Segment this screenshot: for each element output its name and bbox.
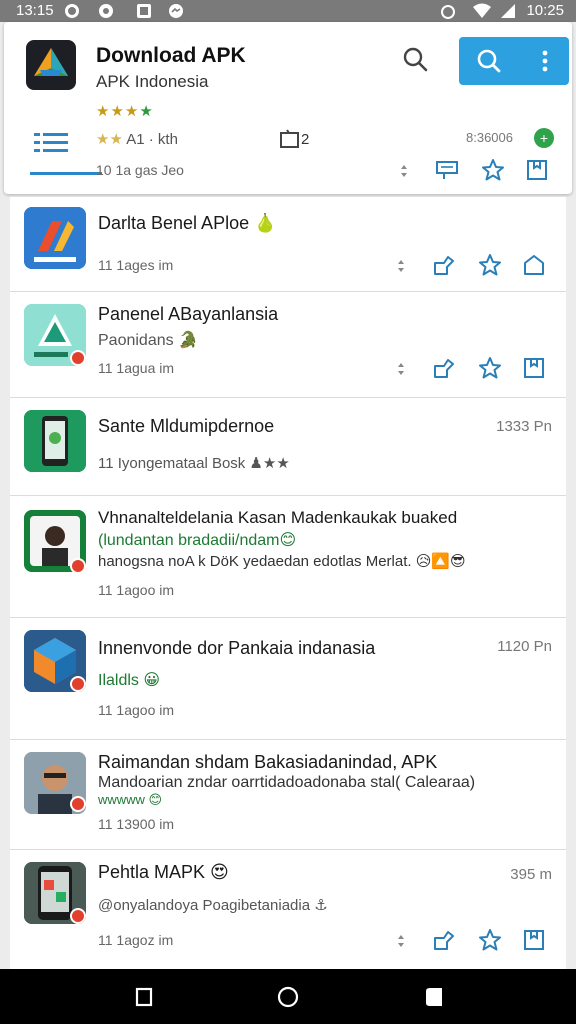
drag-handle-icon[interactable] bbox=[396, 361, 406, 377]
settings-circle-icon bbox=[99, 4, 113, 18]
app-name: Raimandan shdam Bakasiadanindad, APK bbox=[98, 752, 438, 772]
recents-button[interactable] bbox=[130, 983, 158, 1011]
plus-badge-button[interactable]: + bbox=[534, 128, 554, 148]
drag-handle-icon[interactable] bbox=[396, 258, 406, 274]
bookmark-icon[interactable] bbox=[522, 928, 546, 952]
app-subtitle: 11 Iyongemataal Bosk ♟★★ bbox=[98, 455, 290, 472]
more-menu-button[interactable] bbox=[533, 45, 557, 77]
messenger-icon bbox=[169, 4, 183, 18]
app-name: Sante Mldumipdernoe bbox=[98, 416, 275, 436]
box-count-value: 2 bbox=[301, 131, 310, 148]
share-icon[interactable] bbox=[432, 356, 456, 380]
list-item[interactable]: Darlta Benel APloe 🍐 11 1ages im bbox=[10, 197, 566, 291]
share-icon[interactable] bbox=[432, 253, 456, 277]
header-action-bar bbox=[459, 37, 569, 85]
app-time: 395 m bbox=[510, 866, 552, 883]
home-button[interactable] bbox=[274, 983, 302, 1011]
search-button[interactable] bbox=[469, 45, 509, 77]
app-title: Download APK bbox=[96, 44, 246, 67]
list-item[interactable]: Sante Mldumipdernoe 1333 Pn 11 Iyongemat… bbox=[10, 397, 566, 495]
app-thumbnail-icon bbox=[24, 207, 86, 269]
back-button[interactable] bbox=[420, 983, 448, 1011]
status-badge bbox=[70, 908, 86, 924]
header-row-actions bbox=[399, 158, 559, 184]
search-icon[interactable] bbox=[400, 44, 430, 74]
app-subtitle: Paonidans 🐊 bbox=[98, 332, 198, 349]
item-actions bbox=[396, 253, 556, 279]
app-meta: 11 1ages im bbox=[98, 257, 174, 273]
rating-small-text: A1 · kth bbox=[126, 131, 178, 148]
status-badge bbox=[70, 350, 86, 366]
list-item[interactable]: Vhnanalteldelania Kasan Madenkaukak buak… bbox=[10, 495, 566, 617]
status-time-left: 13:15 bbox=[16, 2, 54, 19]
rating-summary: ★★ A1 · kth bbox=[96, 130, 178, 148]
star-icon[interactable] bbox=[478, 928, 502, 952]
app-logo-icon bbox=[26, 40, 76, 90]
app-meta: 11 1agua im bbox=[98, 360, 175, 376]
list-item[interactable]: Raimandan shdam Bakasiadanindad, APK Man… bbox=[10, 739, 566, 849]
drag-handle-icon[interactable] bbox=[396, 933, 406, 949]
status-bar: 13:15 10:25 bbox=[0, 0, 576, 22]
comment-icon[interactable] bbox=[435, 158, 459, 182]
star-icon[interactable] bbox=[481, 158, 505, 182]
app-subtitle: APK Indonesia bbox=[96, 72, 209, 91]
list-item[interactable]: Pehtla MAPK 😍 395 m @onyalandoya Poagibe… bbox=[10, 849, 566, 969]
count-box[interactable]: 2 bbox=[279, 128, 319, 152]
list-item[interactable]: Panenel ABayanlansia Paonidans 🐊 11 1agu… bbox=[10, 291, 566, 397]
signal-icon bbox=[501, 4, 515, 18]
stars-gold: ★★★ bbox=[96, 103, 140, 120]
system-nav-bar bbox=[0, 969, 576, 1024]
list-tab-icon[interactable] bbox=[32, 130, 70, 156]
status-badge bbox=[70, 796, 86, 812]
star-icon[interactable] bbox=[478, 253, 502, 277]
item-actions bbox=[396, 928, 556, 954]
header-time: 10 1a gas Jeo bbox=[96, 162, 184, 178]
app-meta: 11 13900 im bbox=[98, 816, 175, 832]
active-tab-indicator bbox=[30, 172, 102, 175]
app-time: 1333 Pn bbox=[496, 418, 552, 435]
item-actions bbox=[396, 356, 556, 382]
app-subtitle: (lundantan bradadii/ndam😊 bbox=[98, 532, 297, 549]
rating-stars: ★★★★ bbox=[96, 102, 154, 120]
share-icon[interactable] bbox=[432, 928, 456, 952]
app-name: Pehtla MAPK 😍 bbox=[98, 862, 229, 882]
app-meta: 11 1agoo im bbox=[98, 582, 175, 598]
alarm-icon bbox=[441, 5, 455, 19]
whatsapp-icon bbox=[65, 4, 79, 18]
app-name: Panenel ABayanlansia bbox=[98, 304, 279, 324]
app-list: Darlta Benel APloe 🍐 11 1ages im Panenel… bbox=[10, 197, 566, 969]
status-badge bbox=[70, 676, 86, 692]
app-meta: 11 1agoo im bbox=[98, 702, 175, 718]
status-time-right: 10:25 bbox=[526, 2, 564, 19]
app-header-card: Download APK APK Indonesia ★★★★ ★★ A1 · … bbox=[4, 22, 572, 194]
home-outline-icon[interactable] bbox=[522, 253, 546, 277]
star-icon[interactable] bbox=[478, 356, 502, 380]
wifi-icon bbox=[473, 3, 491, 18]
app-name: Vhnanalteldelania Kasan Madenkaukak buak… bbox=[98, 508, 458, 527]
status-badge bbox=[70, 558, 86, 574]
list-item[interactable]: Innenvonde dor Pankaia indanasia 1120 Pn… bbox=[10, 617, 566, 739]
app-subtitle: Mandoarian zndar oarrtidadoadonaba stal(… bbox=[98, 774, 476, 791]
app-tagline: wwwww 😊 bbox=[98, 792, 163, 807]
header-code: 8:36006 bbox=[466, 130, 513, 145]
rating-small-stars: ★★ bbox=[96, 131, 123, 148]
bookmark-icon[interactable] bbox=[525, 158, 549, 182]
image-icon bbox=[137, 4, 151, 18]
stars-green: ★ bbox=[139, 103, 154, 120]
app-subtitle: Ilaldls 😀 bbox=[98, 672, 161, 689]
app-time: 1120 Pn bbox=[497, 638, 552, 655]
app-meta: 11 1agoz im bbox=[98, 932, 174, 948]
box-icon bbox=[280, 129, 299, 148]
app-thumbnail-icon bbox=[24, 410, 86, 472]
app-name: Innenvonde dor Pankaia indanasia bbox=[98, 638, 376, 658]
bookmark-icon[interactable] bbox=[522, 356, 546, 380]
app-name: Darlta Benel APloe 🍐 bbox=[98, 213, 277, 233]
app-description: hanogsna noA k DöK yedaedan edotlas Merl… bbox=[98, 553, 466, 570]
drag-handle-icon[interactable] bbox=[399, 163, 409, 179]
app-subtitle: @onyalandoya Poagibetaniadia ⚓ bbox=[98, 897, 328, 914]
